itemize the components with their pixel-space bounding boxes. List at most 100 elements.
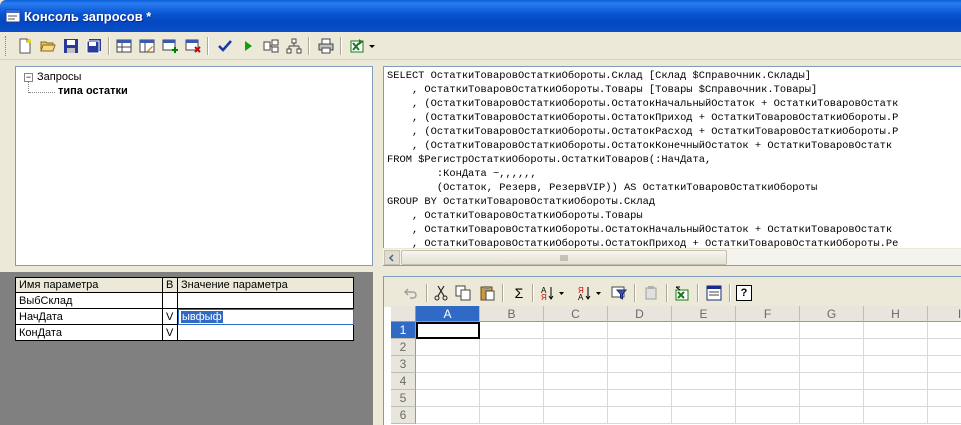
param-value-cell[interactable] [177,292,354,309]
grid-cell[interactable] [672,390,736,407]
grid-cell[interactable] [800,356,864,373]
paste-button[interactable] [478,283,496,303]
query-line[interactable]: , (ОстаткиТоваровОстаткиОбороты.ОстатокП… [387,111,898,125]
column-header[interactable]: F [736,306,800,322]
open-button[interactable] [38,36,58,56]
header-param-b[interactable]: В [162,277,178,293]
grid-cell[interactable] [416,390,480,407]
grid-cell[interactable] [608,407,672,424]
grid-cell[interactable] [864,322,928,339]
grid-cell[interactable] [672,339,736,356]
grid-cell[interactable] [544,322,608,339]
grid-cell[interactable] [928,407,961,424]
title-bar[interactable]: Консоль запросов * [0,0,961,32]
grid-cell[interactable] [608,322,672,339]
query-text[interactable]: SELECT ОстаткиТоваровОстаткиОбороты.Скла… [387,69,898,251]
grid-cell[interactable] [736,339,800,356]
query-line[interactable]: :КонДата ~,,,,,, [387,167,898,181]
query-line[interactable]: (Остаток, Резерв, РезервVIP)) AS Остатки… [387,181,898,195]
grid-cell[interactable] [544,356,608,373]
grid-cell[interactable] [416,339,480,356]
row-header[interactable]: 5 [391,390,416,407]
column-header[interactable]: I [928,306,961,322]
grid-cell[interactable] [480,390,544,407]
scroll-thumb[interactable] [401,250,727,265]
table-edit-button[interactable] [137,36,157,56]
column-header[interactable]: E [672,306,736,322]
column-header[interactable]: C [544,306,608,322]
grid-cell[interactable] [928,373,961,390]
format-button[interactable] [642,283,660,303]
column-header[interactable]: H [864,306,928,322]
query-line[interactable]: FROM $РегистрОстаткиОбороты.ОстаткиТовар… [387,153,898,167]
grid-cell[interactable] [416,373,480,390]
tree-button[interactable] [284,36,304,56]
grid-cell[interactable] [928,322,961,339]
grid-cell[interactable] [480,339,544,356]
param-name-cell[interactable]: КонДата [15,324,163,341]
check-syntax-button[interactable] [215,36,235,56]
query-wizard-button[interactable] [261,36,281,56]
table-row[interactable]: ВыбСклад [15,292,354,309]
grid-cell[interactable] [864,373,928,390]
properties-button[interactable] [705,283,723,303]
grid-cell[interactable] [544,339,608,356]
grid-cell[interactable] [672,373,736,390]
header-param-name[interactable]: Имя параметра [15,277,163,293]
cut-button[interactable] [432,283,450,303]
grid-cell[interactable] [800,407,864,424]
header-param-value[interactable]: Значение параметра [177,277,354,293]
print-button[interactable] [316,36,336,56]
grid-cell[interactable] [736,373,800,390]
row-header[interactable]: 6 [391,407,416,424]
active-cell[interactable] [416,322,480,339]
query-tree[interactable]: − Запросы типа остатки [15,66,373,266]
grid-cell[interactable] [480,356,544,373]
tree-node-root[interactable]: − Запросы [24,69,81,85]
copy-button[interactable] [454,283,472,303]
row-header[interactable]: 4 [391,373,416,390]
export-excel-button[interactable] [347,36,367,56]
tree-node-query[interactable]: типа остатки [58,85,128,97]
param-b-cell[interactable]: V [162,308,178,325]
table-row[interactable]: КонДата V [15,324,354,341]
grid-cell[interactable] [544,390,608,407]
grid-cell[interactable] [608,390,672,407]
query-line[interactable]: , ОстаткиТоваровОстаткиОбороты.Товары [387,209,898,223]
table-button[interactable] [114,36,134,56]
table-delete-button[interactable] [183,36,203,56]
query-line[interactable]: SELECT ОстаткиТоваровОстаткиОбороты.Скла… [387,69,898,83]
grid-cell[interactable] [736,390,800,407]
query-line[interactable]: , ОстаткиТоваровОстаткиОбороты.Товары [Т… [387,83,898,97]
run-button[interactable] [238,36,258,56]
horizontal-scrollbar[interactable] [383,248,961,265]
query-line[interactable]: , (ОстаткиТоваровОстаткиОбороты.ОстатокК… [387,139,898,153]
grid-cell[interactable] [672,356,736,373]
grid-cell[interactable] [544,407,608,424]
help-button[interactable]: ? [736,285,752,301]
undo-button[interactable] [402,283,420,303]
grid-cell[interactable] [672,407,736,424]
sort-descending-button[interactable]: ЯА [576,283,604,303]
param-value-input[interactable]: ывфыф [177,308,354,325]
sort-ascending-button[interactable]: АЯ [539,283,567,303]
grid-cell[interactable] [416,356,480,373]
table-row[interactable]: НачДата V ывфыф [15,308,354,325]
grid-cell[interactable] [608,356,672,373]
new-document-button[interactable] [15,36,35,56]
grid-cell[interactable] [800,390,864,407]
row-header[interactable]: 3 [391,356,416,373]
grid-cell[interactable] [928,356,961,373]
query-text-editor[interactable]: SELECT ОстаткиТоваровОстаткиОбороты.Скла… [383,66,961,266]
save-all-button[interactable] [84,36,104,56]
param-value-selected-text[interactable]: ывфыф [181,310,223,323]
query-line[interactable]: , ОстаткиТоваровОстаткиОбороты.ОстатокНа… [387,223,898,237]
grid-cell[interactable] [608,339,672,356]
grid-cell[interactable] [928,390,961,407]
grid-cell[interactable] [736,407,800,424]
toolbar-grip[interactable] [5,36,8,56]
param-name-cell[interactable]: НачДата [15,308,163,325]
row-header[interactable]: 2 [391,339,416,356]
query-line[interactable]: , (ОстаткиТоваровОстаткиОбороты.ОстатокН… [387,97,898,111]
column-header[interactable]: A [416,306,480,322]
